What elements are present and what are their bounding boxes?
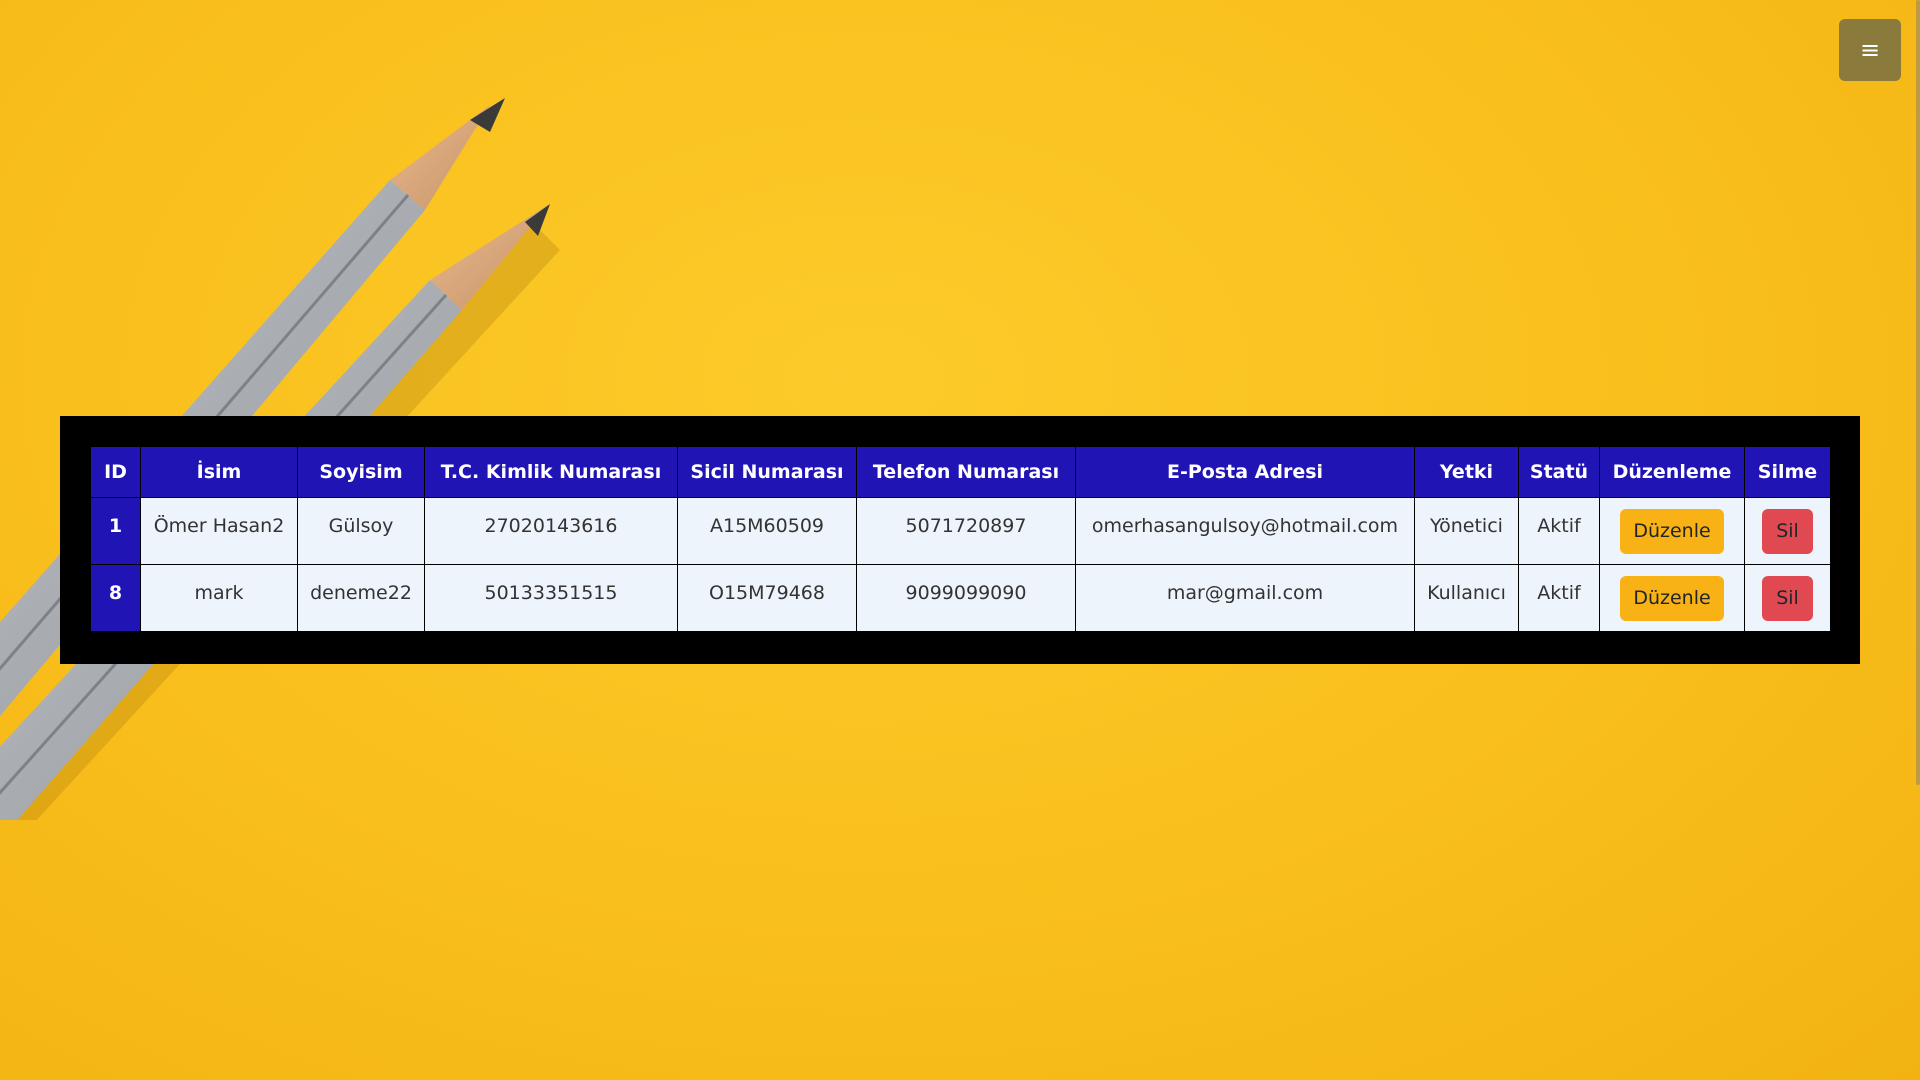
cell-phone-number: 9099099090 [856, 564, 1076, 632]
header-name: İsim [140, 446, 298, 498]
cell-email: omerhasangulsoy@hotmail.com [1075, 497, 1415, 565]
cell-tc-number: 50133351515 [424, 564, 678, 632]
cell-email: mar@gmail.com [1075, 564, 1415, 632]
table-row: 8 mark deneme22 50133351515 O15M79468 90… [90, 564, 1831, 632]
header-edit: Düzenleme [1599, 446, 1745, 498]
cell-id: 8 [90, 564, 141, 632]
scrollbar-thumb[interactable] [1916, 0, 1920, 785]
header-tc-number: T.C. Kimlik Numarası [424, 446, 678, 498]
cell-name: Ömer Hasan2 [140, 497, 298, 565]
cell-id: 1 [90, 497, 141, 565]
edit-button[interactable]: Düzenle [1620, 509, 1724, 554]
cell-phone-number: 5071720897 [856, 497, 1076, 565]
cell-edit: Düzenle [1599, 564, 1745, 632]
pencils-background-image [0, 98, 560, 820]
table-row: 1 Ömer Hasan2 Gülsoy 27020143616 A15M605… [90, 497, 1831, 565]
cell-surname: deneme22 [297, 564, 425, 632]
header-id: ID [90, 446, 141, 498]
cell-delete: Sil [1744, 497, 1831, 565]
cell-role: Kullanıcı [1414, 564, 1519, 632]
cell-delete: Sil [1744, 564, 1831, 632]
delete-button[interactable]: Sil [1762, 509, 1813, 554]
edit-button[interactable]: Düzenle [1620, 576, 1724, 621]
cell-edit: Düzenle [1599, 497, 1745, 565]
cell-status: Aktif [1518, 497, 1600, 565]
header-role: Yetki [1414, 446, 1519, 498]
cell-name: mark [140, 564, 298, 632]
cell-role: Yönetici [1414, 497, 1519, 565]
header-registry-number: Sicil Numarası [677, 446, 857, 498]
cell-registry-number: O15M79468 [677, 564, 857, 632]
delete-button[interactable]: Sil [1762, 576, 1813, 621]
page-scrollbar[interactable] [1914, 0, 1920, 1080]
cell-tc-number: 27020143616 [424, 497, 678, 565]
header-surname: Soyisim [297, 446, 425, 498]
cell-surname: Gülsoy [297, 497, 425, 565]
header-delete: Silme [1744, 446, 1831, 498]
hamburger-icon: ≡ [1859, 36, 1881, 64]
table-header-row: ID İsim Soyisim T.C. Kimlik Numarası Sic… [90, 446, 1831, 498]
cell-registry-number: A15M60509 [677, 497, 857, 565]
menu-button[interactable]: ≡ [1839, 19, 1901, 81]
cell-status: Aktif [1518, 564, 1600, 632]
header-phone-number: Telefon Numarası [856, 446, 1076, 498]
users-table-panel: ID İsim Soyisim T.C. Kimlik Numarası Sic… [60, 416, 1860, 664]
header-email: E-Posta Adresi [1075, 446, 1415, 498]
header-status: Statü [1518, 446, 1600, 498]
users-table: ID İsim Soyisim T.C. Kimlik Numarası Sic… [90, 446, 1831, 632]
